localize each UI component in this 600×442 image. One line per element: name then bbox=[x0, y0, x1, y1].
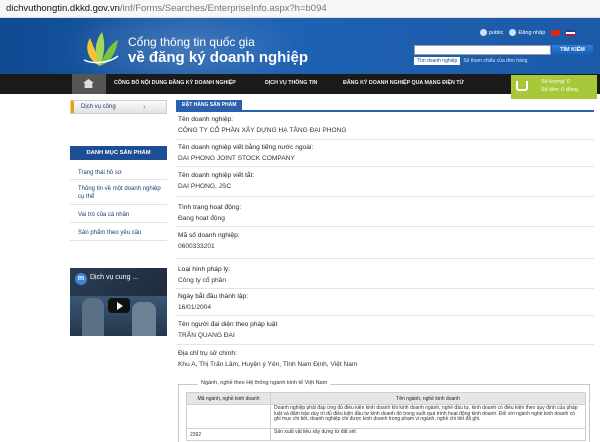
login-link[interactable]: Đăng nhập bbox=[509, 29, 545, 36]
play-icon[interactable] bbox=[108, 298, 130, 313]
field-label-founding-date: Ngày bắt đầu thành lập: bbox=[178, 293, 249, 300]
nav-item-publish[interactable]: CÔNG BỐ NỘI DUNG ĐĂNG KÝ DOANH NGHIỆP bbox=[114, 80, 236, 86]
field-label-tax-code: Mã số doanh nghiệp: bbox=[178, 232, 240, 239]
sidebar-item-file-status[interactable]: Trang thái hồ sơ bbox=[70, 166, 167, 180]
search-tab-order-ref[interactable]: Số tham chiếu của đơn hàng bbox=[460, 57, 530, 65]
field-value-address: Khu A, Thị Trấn Lâm, Huyện ý Yên, Tỉnh N… bbox=[178, 361, 358, 368]
address-bar[interactable]: dichvuthongtin.dkkd.gov.vn/inf/Forms/Sea… bbox=[0, 0, 600, 18]
field-value-founding-date: 16/01/2004 bbox=[178, 304, 212, 311]
login-icon bbox=[509, 29, 517, 36]
product-catalog-heading: DANH MỤC SẢN PHẨM bbox=[70, 146, 167, 160]
url-path: /inf/Forms/Searches/EnterpriseInfo.aspx?… bbox=[119, 3, 327, 14]
field-label-name: Tên doanh nghiệp: bbox=[178, 116, 233, 123]
field-value-name: CÔNG TY CỔ PHẦN XÂY DỰNG HẠ TẦNG ĐẠI PHO… bbox=[178, 127, 347, 134]
search-button[interactable]: TÌM KIẾM bbox=[552, 45, 593, 55]
industry-col-code: Mã ngành, nghề kinh doanh bbox=[186, 392, 271, 405]
field-value-foreign-name: DAI PHONG JOINT STOCK COMPANY bbox=[178, 155, 295, 162]
field-label-short-name: Tên doanh nghiệp viết tắt: bbox=[178, 172, 255, 179]
nav-item-info-service[interactable]: DỊCH VỤ THÔNG TIN bbox=[265, 80, 317, 86]
nav-item-online-registration[interactable]: ĐĂNG KÝ DOANH NGHIỆP QUA MẠNG ĐIỆN TỬ bbox=[343, 80, 464, 86]
order-product-button[interactable]: ĐẶT HÀNG SẢN PHẨM bbox=[176, 100, 243, 110]
site-title-line2: về đăng ký doanh nghiệp bbox=[128, 49, 309, 66]
search-input[interactable] bbox=[414, 45, 551, 55]
search-tab-enterprise[interactable]: Tìm doanh nghiệp bbox=[414, 57, 461, 65]
url-host: dichvuthongtin.dkkd.gov.vn bbox=[6, 3, 120, 14]
field-label-foreign-name: Tên doanh nghiệp viết bằng tiếng nước ng… bbox=[178, 144, 314, 151]
industry-note: Doanh nghiệp phải đáp ứng đủ điều kiện k… bbox=[270, 404, 586, 429]
vietnam-flag-icon[interactable] bbox=[551, 29, 561, 36]
video-title: Dịch vụ cung ... bbox=[90, 274, 139, 281]
home-icon[interactable] bbox=[72, 74, 106, 94]
field-label-status: Tình trạng hoạt động: bbox=[178, 204, 242, 211]
field-value-legal-rep: TRẦN QUANG ĐẠI bbox=[178, 332, 235, 339]
public-service-label: Dịch vụ công bbox=[81, 104, 116, 110]
public-link[interactable]: public bbox=[480, 29, 503, 36]
field-value-status: Đang hoạt động bbox=[178, 215, 225, 222]
field-label-legal-rep: Tên người đại diện theo pháp luật bbox=[178, 321, 278, 328]
video-thumbnail[interactable]: m Dịch vụ cung ... bbox=[70, 268, 167, 336]
leaf-logo-icon bbox=[83, 32, 119, 66]
field-label-address: Địa chỉ trụ sở chính: bbox=[178, 350, 237, 357]
industry-code-cell: 2392 bbox=[186, 428, 271, 441]
industry-name-cell: Sản xuất vật liệu xây dựng từ đất sét bbox=[270, 428, 586, 441]
table-row: Doanh nghiệp phải đáp ứng đủ điều kiện k… bbox=[186, 404, 586, 429]
channel-avatar: m bbox=[75, 273, 87, 285]
industry-table: Mã ngành, nghề kinh doanh Tên ngành, ngh… bbox=[186, 392, 586, 441]
field-label-legal-type: Loại hình pháp lý: bbox=[178, 266, 231, 273]
user-icon bbox=[480, 29, 487, 36]
industry-legend: Ngành, nghề theo Hệ thống ngành kinh tế … bbox=[198, 380, 331, 386]
industry-col-name: Tên ngành, nghề kinh doanh bbox=[270, 392, 586, 405]
cart-box[interactable]: Số lượng: 0 Số tiền: 0 đồng bbox=[511, 75, 597, 99]
site-title-line1: Cổng thông tin quốc gia bbox=[128, 35, 255, 49]
chevron-right-icon: › bbox=[143, 102, 146, 111]
sidebar-item-custom-product[interactable]: Sản phẩm theo yêu cầu bbox=[70, 227, 167, 241]
table-row: 2392 Sản xuất vật liệu xây dựng từ đất s… bbox=[186, 428, 586, 441]
cart-quantity: Số lượng: 0 bbox=[541, 79, 570, 85]
public-service-menu[interactable]: Dịch vụ công › bbox=[70, 100, 167, 114]
sidebar-item-individual-role[interactable]: Vai trò của cá nhân bbox=[70, 209, 167, 223]
field-value-short-name: DAI PHONG, JSC bbox=[178, 183, 232, 190]
field-value-legal-type: Công ty cổ phần bbox=[178, 277, 227, 284]
sidebar-item-enterprise-info[interactable]: Thông tin về một doanh nghiệp cụ thể bbox=[70, 183, 167, 205]
cart-icon bbox=[516, 81, 528, 91]
cart-amount: Số tiền: 0 đồng bbox=[541, 87, 579, 93]
field-value-tax-code: 0600333201 bbox=[178, 243, 215, 250]
main-nav: CÔNG BỐ NỘI DUNG ĐĂNG KÝ DOANH NGHIỆP DỊ… bbox=[0, 74, 600, 94]
english-flag-icon[interactable] bbox=[566, 29, 576, 36]
